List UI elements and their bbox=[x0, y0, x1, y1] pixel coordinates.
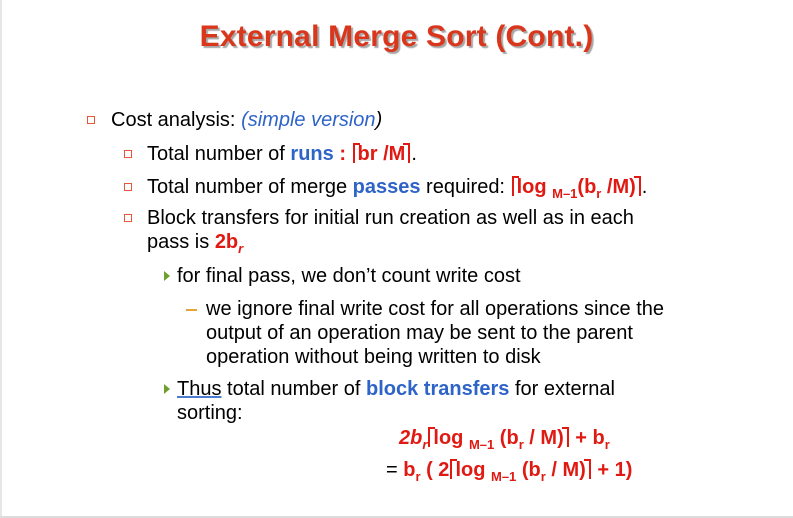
ceiling-left-icon bbox=[427, 427, 436, 447]
formula1-log: log bbox=[433, 427, 469, 449]
square-bullet-icon bbox=[124, 183, 132, 191]
thus-suffix: for external bbox=[509, 378, 615, 400]
thus-mid: total number of bbox=[221, 378, 366, 400]
formula2-log: log bbox=[455, 459, 491, 481]
formula2-open: ( 2 bbox=[420, 459, 450, 481]
cost-analysis-label: Cost analysis: bbox=[111, 109, 242, 131]
passes-line: Total number of merge passes required: l… bbox=[147, 175, 647, 206]
ceiling-left-icon bbox=[449, 459, 458, 479]
runs-suffix: . bbox=[411, 143, 417, 165]
passes-log-base: M–1 bbox=[552, 186, 578, 201]
square-bullet-icon bbox=[124, 150, 132, 158]
formula2-eq: = bbox=[386, 459, 404, 481]
formula2-arg: (b bbox=[516, 459, 541, 481]
final-pass-line: for final pass, we don’t count write cos… bbox=[177, 265, 521, 287]
runs-formula: br /M bbox=[352, 143, 412, 165]
dash-bullet-icon bbox=[186, 309, 197, 311]
block-transfers-value-sub: r bbox=[238, 241, 244, 256]
formula2-base: M–1 bbox=[490, 469, 517, 484]
formula2-b: b bbox=[403, 459, 416, 481]
runs-colon: : bbox=[333, 143, 352, 165]
runs-keyword: runs bbox=[290, 143, 334, 165]
formula1-lead: 2b bbox=[399, 427, 423, 449]
thus-word: Thus bbox=[177, 378, 222, 400]
runs-formula-text: br /M bbox=[357, 143, 406, 165]
ceiling-right-icon bbox=[583, 459, 592, 479]
passes-keyword: passes bbox=[352, 176, 421, 198]
runs-prefix: Total number of bbox=[147, 143, 291, 165]
formula1-plus-sub: r bbox=[604, 437, 610, 452]
passes-log: log bbox=[516, 176, 553, 198]
cost-analysis-qualifier: simple version bbox=[247, 109, 376, 131]
thus-keyword: block transfers bbox=[366, 378, 510, 400]
arrow-bullet-icon bbox=[164, 271, 170, 281]
formula-line-1: 2br log M–1 (br / M) + br bbox=[399, 426, 610, 457]
formula-line-2: = br ( 2 log M–1 (br / M) + 1) bbox=[386, 458, 632, 489]
slide-title: External Merge Sort (Cont.) bbox=[199, 20, 594, 53]
cost-analysis-line: Cost analysis: (simple version) bbox=[111, 108, 382, 132]
ceiling-left-icon bbox=[511, 176, 519, 196]
runs-line: Total number of runs : br /M. bbox=[147, 142, 417, 166]
ceiling-right-icon bbox=[403, 143, 411, 163]
formula1-arg: (b bbox=[494, 427, 519, 449]
block-transfers-prefix: pass is bbox=[147, 231, 215, 253]
passes-arg-rest: /M) bbox=[601, 176, 636, 198]
passes-formula: log M–1(br /M) bbox=[511, 176, 642, 201]
cost-analysis-paren-close: ) bbox=[375, 109, 383, 131]
square-bullet-icon bbox=[124, 214, 132, 222]
thus-line1: Thus total number of block transfers for… bbox=[177, 377, 615, 401]
formula1-base: M–1 bbox=[468, 437, 495, 452]
left-border bbox=[0, 0, 2, 518]
ignore-write-line1: we ignore final write cost for all opera… bbox=[206, 298, 665, 320]
block-transfers-value: 2b bbox=[214, 231, 239, 253]
ignore-write-line3: operation without being written to disk bbox=[206, 346, 541, 368]
ceiling-right-icon bbox=[633, 176, 642, 196]
formula1-plus: + b bbox=[569, 427, 605, 449]
passes-arg: (b bbox=[577, 176, 597, 198]
arrow-bullet-icon bbox=[164, 384, 170, 394]
block-transfers-line2: pass is 2br bbox=[147, 230, 243, 261]
slide: External Merge Sort (Cont.) Cost analysi… bbox=[0, 0, 793, 518]
passes-suffix: . bbox=[641, 176, 648, 198]
passes-mid: required: bbox=[420, 176, 511, 198]
ceiling-right-icon bbox=[561, 427, 570, 447]
formula2-arg-rest: / M) bbox=[545, 459, 586, 481]
ignore-write-line2: output of an operation may be sent to th… bbox=[206, 322, 633, 344]
ceiling-left-icon bbox=[352, 143, 360, 163]
formula1-arg-rest: / M) bbox=[523, 427, 564, 449]
block-transfers-line1: Block transfers for initial run creation… bbox=[147, 207, 634, 229]
formula2-tail: + 1) bbox=[591, 459, 633, 481]
thus-line2: sorting: bbox=[177, 402, 243, 424]
cost-analysis-paren-open: ( bbox=[241, 109, 248, 131]
passes-prefix: Total number of merge bbox=[147, 176, 353, 198]
square-bullet-icon bbox=[87, 116, 95, 124]
